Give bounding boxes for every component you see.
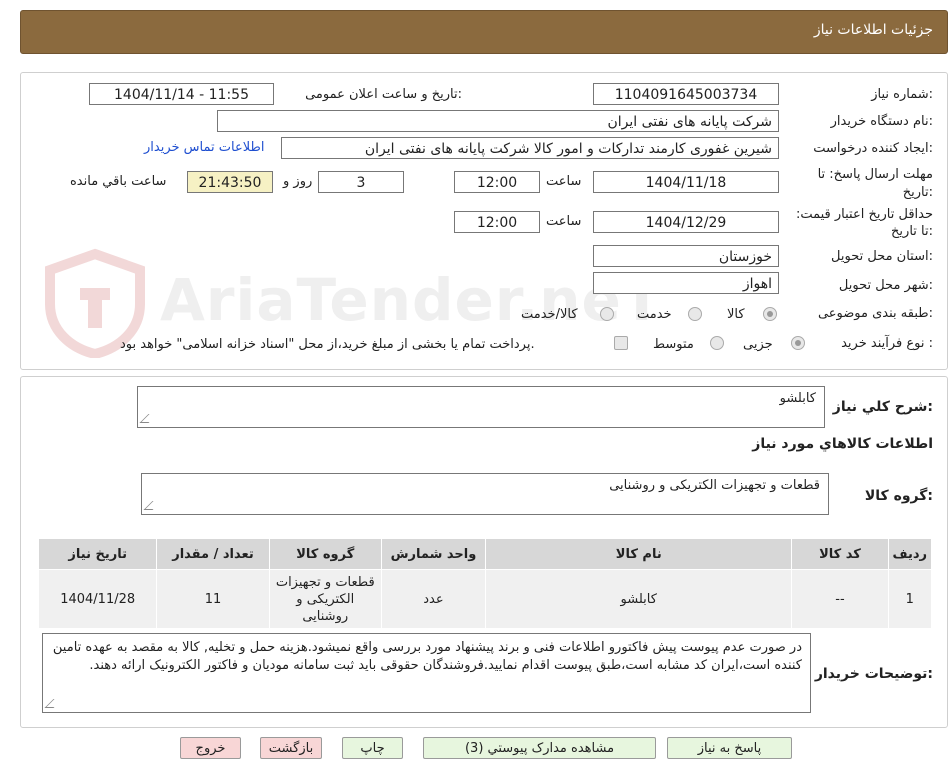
deadline-time-label: ساعت [546,174,582,189]
cell-code: -- [791,569,889,629]
announce-label: تاریخ و ساعت اعلان عمومی: [305,87,462,102]
province-label: استان محل تحویل: [831,249,933,264]
category-option-goods-service: کالا/خدمت [521,307,578,322]
back-button[interactable]: بازگشت [260,737,322,759]
validity-time-label: ساعت [546,214,582,229]
process-label: نوع فرآیند خرید : [841,336,933,351]
buyer-label: نام دستگاه خریدار: [830,114,933,129]
group-text: قطعات و تجهیزات الکتریکی و روشنایی [609,478,820,493]
cell-unit: عدد [380,569,487,629]
print-button[interactable]: چاپ [342,737,403,759]
cell-name: کابلشو [485,569,793,629]
category-option-service: خدمت [637,307,672,322]
category-radio-goods-service[interactable] [600,307,614,321]
reply-button[interactable]: پاسخ به نیاز [667,737,792,759]
creator-field: شیرین غفوری کارمند تدارکات و امور کالا ش… [281,137,779,159]
page-header: جزئیات اطلاعات نیاز [20,10,948,54]
creator-label: ایجاد کننده درخواست: [813,141,933,156]
col-date: تاریخ نیاز [37,538,158,570]
buyer-notes-label: توضیحات خریدار: [814,666,933,682]
col-unit: واحد شمارش [380,538,487,570]
summary-text: کابلشو [779,391,816,406]
process-radio-medium[interactable] [710,336,724,350]
validity-label: حداقل تاریخ اعتبار قیمت: تا تاریخ: [795,207,933,239]
buyer-notes-textarea[interactable]: در صورت عدم پیوست پیش فاکتورو اطلاعات فن… [42,633,811,713]
summary-label: شرح كلي نياز: [832,399,933,415]
col-row: ردیف [887,538,933,570]
exit-button[interactable]: خروج [180,737,241,759]
cell-row: 1 [887,569,933,629]
need-number-field: 1104091645003734 [593,83,779,105]
resize-handle-icon [143,501,162,510]
remaining-label: ساعت باقي مانده [70,174,167,189]
watermark-text: AriaTender.neT [160,266,663,334]
cell-group: قطعات و تجهیزات الکتریکی و روشنایی [268,569,382,629]
attachments-button[interactable]: مشاهده مدارک پیوستي (3) [423,737,656,759]
category-option-goods: کالا [727,307,745,322]
goods-info-title: اطلاعات كالاهاي مورد نياز [752,436,933,452]
announce-field: 1404/11/14 - 11:55 [89,83,274,105]
city-label: شهر محل تحویل: [838,278,933,293]
page-title: جزئیات اطلاعات نیاز [813,22,933,38]
category-radio-goods[interactable] [763,307,777,321]
days-label: روز و [283,174,313,189]
table-header-row: ردیف کد کالا نام کالا واحد شمارش گروه کا… [37,538,933,570]
deadline-date-field: 1404/11/18 [593,171,779,193]
group-label: گروه کالا: [864,488,933,504]
category-label: طبقه بندی موضوعی: [817,306,933,321]
cell-qty: 11 [156,569,270,629]
process-radio-minor[interactable] [791,336,805,350]
cell-date: 1404/11/28 [37,569,158,629]
province-field: خوزستان [593,245,779,267]
table-row[interactable]: 1 -- کابلشو عدد قطعات و تجهیزات الکتریکی… [37,569,933,629]
city-field: اهواز [593,272,779,294]
deadline-time-field: 12:00 [454,171,540,193]
treasury-payment-checkbox[interactable] [614,336,628,350]
col-code: کد کالا [791,538,889,570]
treasury-payment-note: پرداخت تمام یا بخشی از مبلغ خرید،از محل … [120,337,535,352]
validity-time-field: 12:00 [454,211,540,233]
category-radio-service[interactable] [688,307,702,321]
process-option-medium: متوسط [653,337,694,352]
remaining-time-field: 21:43:50 [187,171,273,193]
process-option-minor: جزیی [743,337,773,352]
days-field: 3 [318,171,404,193]
summary-textarea[interactable]: کابلشو [137,386,825,428]
need-number-label: شماره نیاز: [871,87,933,102]
goods-table: ردیف کد کالا نام کالا واحد شمارش گروه کا… [37,538,933,629]
col-group: گروه کالا [268,538,382,570]
buyer-contact-link[interactable]: اطلاعات تماس خریدار [144,140,264,155]
buyer-notes-text: در صورت عدم پیوست پیش فاکتورو اطلاعات فن… [52,640,802,673]
group-textarea[interactable]: قطعات و تجهیزات الکتریکی و روشنایی [141,473,829,515]
validity-date-field: 1404/12/29 [593,211,779,233]
deadline-label: مهلت ارسال پاسخ: تا تاریخ: [817,167,933,200]
col-name: نام کالا [485,538,793,570]
buyer-field: شرکت پایانه های نفتی ایران [217,110,779,132]
col-qty: تعداد / مقدار [156,538,270,570]
resize-handle-icon [44,699,63,708]
resize-handle-icon [139,414,158,423]
